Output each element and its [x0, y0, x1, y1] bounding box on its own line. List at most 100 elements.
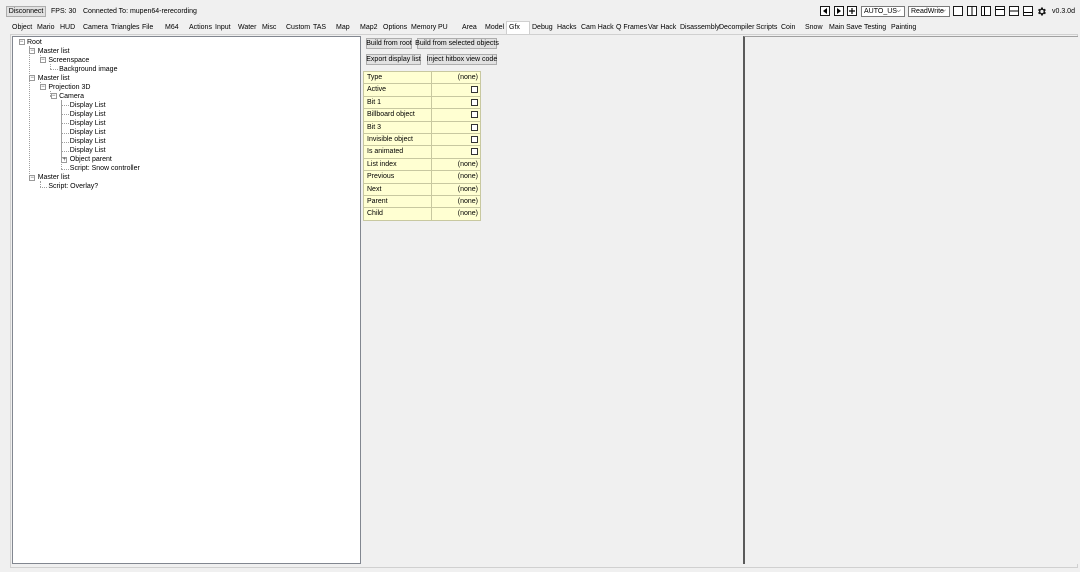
- preview-panel: [743, 36, 1078, 564]
- tree-node[interactable]: Script: Snow controller: [70, 164, 140, 173]
- tab-var-hack[interactable]: Var Hack: [646, 22, 676, 34]
- collapse-icon[interactable]: −: [39, 57, 46, 64]
- tab-disassembly[interactable]: Disassembly: [678, 22, 720, 34]
- tab-file[interactable]: File: [140, 22, 153, 34]
- tree-node[interactable]: Camera: [59, 92, 84, 101]
- collapse-icon[interactable]: −: [50, 93, 57, 100]
- property-value: [432, 109, 481, 121]
- property-checkbox[interactable]: [471, 86, 478, 94]
- tab-mario[interactable]: Mario: [35, 22, 55, 34]
- property-value[interactable]: (none): [432, 171, 481, 183]
- tab-m64[interactable]: M64: [163, 22, 179, 34]
- property-row: Is animated: [364, 146, 481, 159]
- tree-connector: [61, 114, 69, 116]
- layout-columns-icon[interactable]: [967, 6, 977, 16]
- tab-options[interactable]: Options: [381, 22, 407, 34]
- property-value[interactable]: (none): [432, 72, 481, 84]
- add-icon[interactable]: [847, 6, 857, 16]
- property-name: Active: [364, 84, 432, 96]
- tree-connector: [61, 105, 69, 107]
- disconnect-button[interactable]: Disconnect: [6, 6, 46, 17]
- tab-tas[interactable]: TAS: [311, 22, 326, 34]
- display-list-tree[interactable]: − Root − Master list − Screenspace Background …: [12, 36, 361, 564]
- gear-icon[interactable]: [1036, 6, 1047, 17]
- collapse-icon[interactable]: −: [29, 174, 36, 181]
- tab-gfx[interactable]: Gfx: [506, 21, 530, 35]
- layout-single-icon[interactable]: [953, 6, 963, 16]
- step-back-icon[interactable]: [820, 6, 830, 16]
- tree-node[interactable]: Master list: [38, 173, 70, 182]
- collapse-icon[interactable]: −: [29, 75, 36, 82]
- tree-node[interactable]: Projection 3D: [48, 83, 90, 92]
- chevron-down-icon: ⌵: [896, 8, 901, 14]
- tab-cam-hack[interactable]: Cam Hack: [579, 22, 614, 34]
- tab-map2[interactable]: Map2: [358, 22, 378, 34]
- tree-node[interactable]: Object parent: [70, 155, 112, 164]
- property-row: Active: [364, 84, 481, 97]
- tab-custom[interactable]: Custom: [284, 22, 310, 34]
- layout-rows-icon[interactable]: [1009, 6, 1019, 16]
- build-from-selected-button[interactable]: Build from selected objects: [415, 38, 499, 49]
- tab-triangles[interactable]: Triangles: [109, 22, 140, 34]
- build-from-root-button[interactable]: Build from root: [366, 38, 412, 49]
- tab-misc[interactable]: Misc: [260, 22, 276, 34]
- layout-left-panel-icon[interactable]: [981, 6, 991, 16]
- tree-connector: [61, 99, 63, 169]
- property-checkbox[interactable]: [471, 148, 478, 156]
- tab-object[interactable]: Object: [10, 22, 32, 34]
- expand-icon[interactable]: +: [61, 156, 68, 163]
- tab-main-save[interactable]: Main Save: [827, 22, 862, 34]
- tab-decompiler[interactable]: Decompiler: [717, 22, 754, 34]
- export-display-list-button[interactable]: Export display list: [366, 54, 421, 65]
- tree-node[interactable]: Screenspace: [48, 56, 89, 65]
- tab-pu[interactable]: PU: [436, 22, 448, 34]
- tab-testing[interactable]: Testing: [862, 22, 886, 34]
- access-select[interactable]: ReadWrite ⌵: [908, 6, 950, 17]
- tree-node[interactable]: Display List: [70, 137, 106, 146]
- region-select[interactable]: AUTO_US ⌵: [861, 6, 905, 17]
- tree-node[interactable]: Master list: [38, 74, 70, 83]
- property-name: Invisible object: [364, 133, 432, 146]
- layout-top-panel-icon[interactable]: [995, 6, 1005, 16]
- tree-node[interactable]: Display List: [70, 119, 106, 128]
- inject-hitbox-button[interactable]: Inject hitbox view code: [427, 54, 497, 65]
- tab-debug[interactable]: Debug: [530, 22, 553, 34]
- tab-camera[interactable]: Camera: [81, 22, 108, 34]
- property-checkbox[interactable]: [471, 123, 478, 131]
- property-value[interactable]: (none): [432, 195, 481, 208]
- tab-hacks[interactable]: Hacks: [555, 22, 576, 34]
- tree-node[interactable]: Background image: [59, 65, 117, 74]
- property-checkbox[interactable]: [471, 98, 478, 106]
- collapse-icon[interactable]: −: [18, 39, 25, 45]
- tab-memory[interactable]: Memory: [409, 22, 436, 34]
- collapse-icon[interactable]: −: [39, 84, 46, 91]
- tree-node[interactable]: Display List: [70, 146, 106, 155]
- tab-water[interactable]: Water: [236, 22, 256, 34]
- tab-scripts[interactable]: Scripts: [754, 22, 777, 34]
- tree-node[interactable]: Display List: [70, 101, 106, 110]
- tab-actions[interactable]: Actions: [187, 22, 212, 34]
- tab-coin[interactable]: Coin: [779, 22, 795, 34]
- tab-q-frames[interactable]: Q Frames: [614, 22, 647, 34]
- layout-bottom-panel-icon[interactable]: [1023, 6, 1033, 16]
- property-name: List index: [364, 158, 432, 171]
- tab-input[interactable]: Input: [213, 22, 231, 34]
- tab-area[interactable]: Area: [460, 22, 477, 34]
- tab-painting[interactable]: Painting: [889, 22, 916, 34]
- tab-snow[interactable]: Snow: [803, 22, 823, 34]
- tab-map[interactable]: Map: [334, 22, 350, 34]
- tree-node[interactable]: Display List: [70, 128, 106, 137]
- tree-node[interactable]: Display List: [70, 110, 106, 119]
- collapse-icon[interactable]: −: [29, 48, 36, 55]
- property-value[interactable]: (none): [432, 183, 481, 195]
- tree-connector: [61, 123, 69, 125]
- property-checkbox[interactable]: [471, 111, 478, 119]
- tree-node[interactable]: Script: Overlay?: [48, 182, 98, 191]
- tab-model[interactable]: Model: [483, 22, 504, 34]
- property-value[interactable]: (none): [432, 158, 481, 171]
- property-checkbox[interactable]: [471, 135, 478, 143]
- step-forward-icon[interactable]: [834, 6, 844, 16]
- property-value[interactable]: (none): [432, 208, 481, 220]
- tab-hud[interactable]: HUD: [58, 22, 75, 34]
- tree-node[interactable]: Master list: [38, 47, 70, 56]
